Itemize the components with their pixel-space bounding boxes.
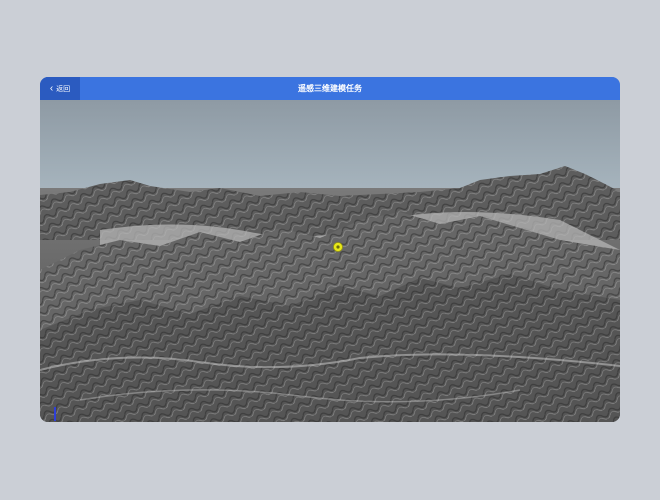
page-title: 遥感三维建模任务 [298, 84, 362, 93]
axis-indicator [54, 407, 56, 421]
back-button[interactable]: ‹ 返回 [40, 77, 80, 100]
title-bar: ‹ 返回 遥感三维建模任务 [40, 77, 620, 100]
chevron-left-icon: ‹ [49, 82, 54, 94]
back-button-label: 返回 [56, 85, 71, 93]
terrain [40, 166, 620, 422]
location-marker-icon[interactable] [333, 242, 343, 252]
terrain-3d-viewport[interactable] [40, 100, 620, 422]
app-window: ‹ 返回 遥感三维建模任务 [40, 77, 620, 422]
